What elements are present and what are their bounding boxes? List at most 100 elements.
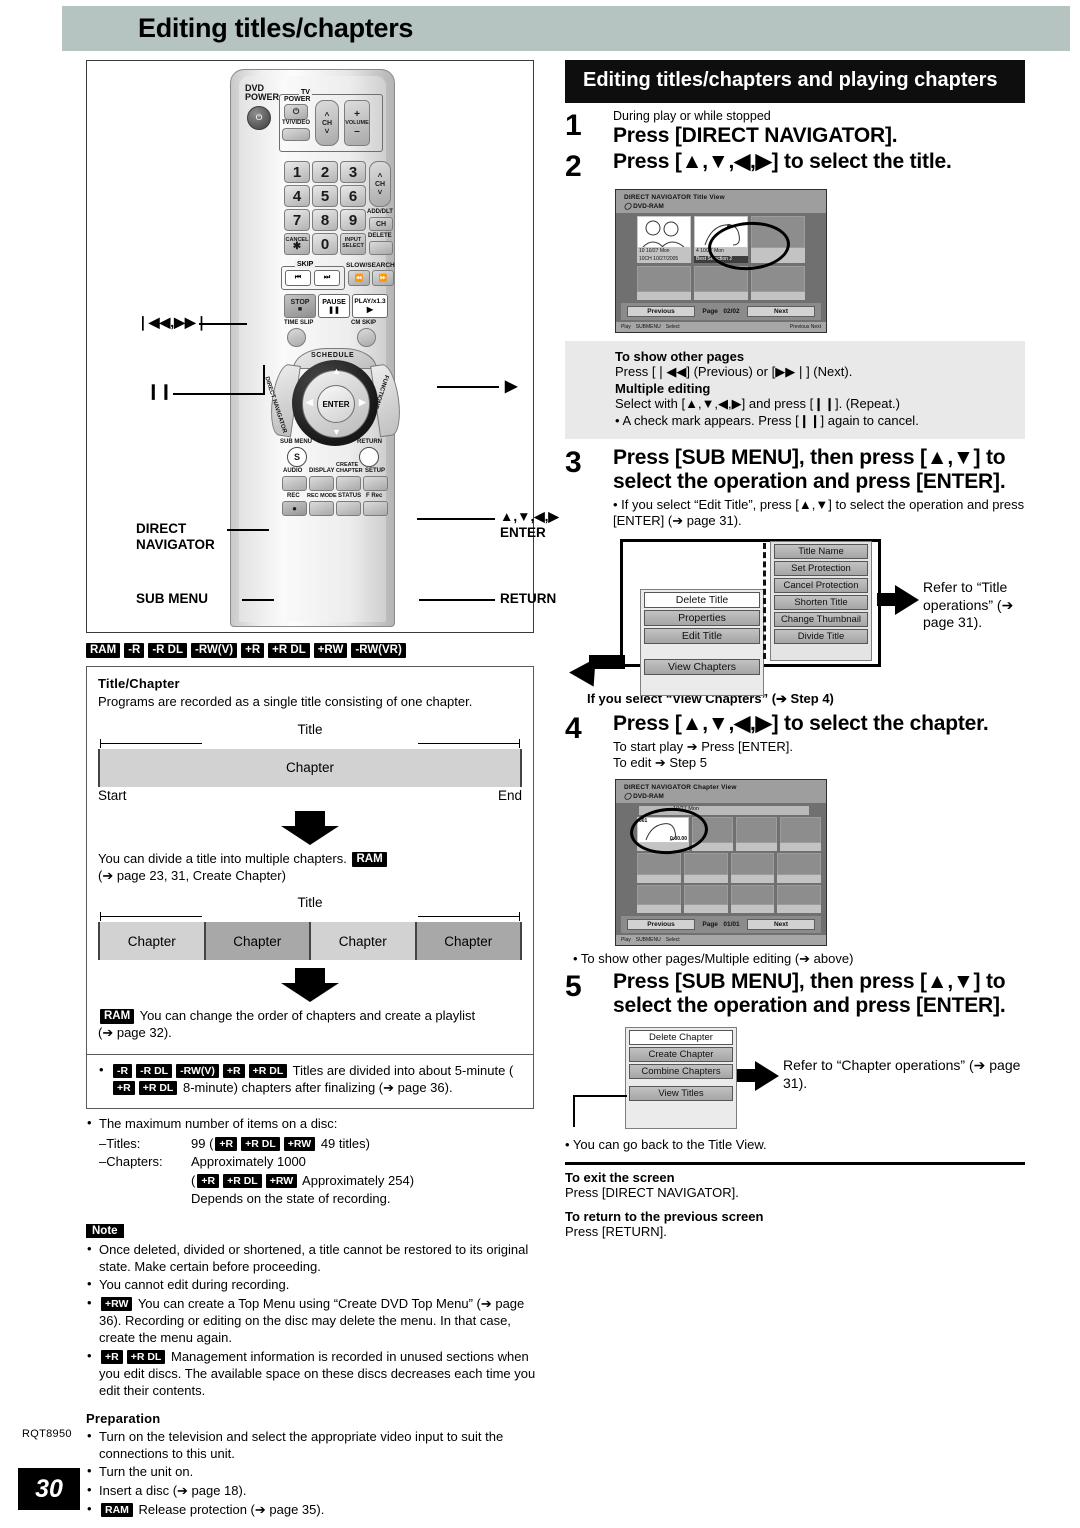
osd-title-line1: DIRECT NAVIGATOR Title View [624,194,725,202]
number-button-1[interactable]: 1 [284,161,310,183]
osd-thumbnail[interactable]: 10 10/27 Mon 10CH 10/27/2005 [637,216,691,264]
number-button-9[interactable]: 9 [340,209,366,231]
osd-nav-bar: Previous Page 02/02 Next [621,303,821,321]
osd-chapter-previous-button[interactable]: Previous [627,918,695,930]
cancel-button[interactable]: CANCEL ✱ [284,233,310,255]
osd-chapter-next-button[interactable]: Next [747,918,815,930]
skip-next-button[interactable]: ⏭ [314,270,340,286]
osd-chapter-thumb[interactable] [637,852,681,883]
f-rec-button[interactable] [363,501,388,516]
menu-item-delete-chapter[interactable]: Delete Chapter [629,1030,733,1046]
multi-chapter-diagram: Title Chapter Chapter Chapter Chapter [98,895,522,961]
remote-body: DVD POWER ⏻ TV POWER ⏻ TV/VIDEO ^ CH ˅ +… [230,69,404,627]
number-button-3[interactable]: 3 [340,161,366,183]
menu-item-create-chapter[interactable]: Create Chapter [629,1047,733,1063]
menu-item-delete-title[interactable]: Delete Title [644,592,760,609]
menu-item-title-name[interactable]: Title Name [774,544,868,560]
osd-chapter-thumb[interactable] [777,852,821,883]
osd-chapter-thumb[interactable] [683,852,728,883]
display-label: DISPLAY [309,468,335,474]
max-titles-row: –Titles: 99 (+R +R DL +RW 49 titles) [99,1135,536,1153]
number-button-6[interactable]: 6 [340,185,366,207]
diagram-start-end: Start End [98,788,522,803]
cursor-down-icon: ▼ [332,427,341,437]
divide-text-block: You can divide a title into multiple cha… [98,851,522,885]
create-chapter-button[interactable] [336,476,361,491]
osd-thumbnail-empty[interactable] [751,266,805,301]
menu-item-shorten-title[interactable]: Shorten Title [774,595,868,611]
cm-skip-button[interactable] [357,328,376,347]
rec-button[interactable]: ● [282,501,307,516]
enter-button[interactable]: ENTER [317,385,355,423]
osd-previous-button[interactable]: Previous [627,306,695,318]
number-button-8[interactable]: 8 [312,209,338,231]
osd-chapter-thumb[interactable] [683,884,728,913]
disc-badge: +R DL [248,1064,288,1079]
slow-search-rev-button[interactable]: ⏪ [348,270,370,286]
skip-previous-button[interactable]: ⏮ [285,270,311,286]
step-1-precondition: During play or while stopped [613,109,771,124]
step-4-extra-note: • To show other pages/Multiple editing (… [573,950,854,966]
time-slip-button[interactable] [287,328,306,347]
tv-video-button[interactable] [282,128,310,141]
callout-sub-menu: SUB MENU [136,591,209,606]
tv-ch-label: CH [321,119,333,127]
menu-item-divide-title[interactable]: Divide Title [774,629,868,645]
osd-chapter-thumb[interactable] [730,884,775,913]
number-button-0[interactable]: 0 [312,233,338,255]
section-divider [565,1162,1025,1166]
osd-chapter-thumb[interactable] [637,884,681,913]
menu-item-view-titles[interactable]: View Titles [629,1086,733,1102]
dvd-power-button[interactable]: ⏻ [247,106,271,130]
stop-label: STOP [290,299,310,306]
osd-next-button[interactable]: Next [747,306,815,318]
osd-page-value: 02/02 [723,308,740,316]
note-item: +R+R DL Management information is record… [86,1348,536,1400]
max-chapters-label: –Chapters: [99,1154,163,1170]
osd-chapter-thumb[interactable] [780,816,821,851]
menu-item-edit-title[interactable]: Edit Title [644,628,760,645]
osd-title-header: DIRECT NAVIGATOR Title View ◯ DVD-RAM [616,190,826,214]
osd-chapter-thumb[interactable] [730,852,775,883]
sub-menu-button[interactable]: S [287,447,307,467]
cursor-up-icon: ▲ [332,366,341,376]
audio-button[interactable] [282,476,307,491]
playlist-note-text: RAM You can change the order of chapters… [98,1008,522,1042]
menu-item-view-chapters[interactable]: View Chapters [644,659,760,676]
playlist-ref: (➔ page 32). [98,1025,172,1041]
osd-thumbnail-empty[interactable] [694,266,748,301]
osd-chapter-thumb[interactable] [736,816,777,851]
slow-search-fwd-button[interactable]: ⏩ [372,270,394,286]
menu-item-properties[interactable]: Properties [644,610,760,627]
tv-power-button[interactable]: ⏻ [284,104,308,120]
rec-mode-button[interactable] [309,501,334,516]
osd-chapter-thumb[interactable] [777,884,821,913]
input-select-button[interactable]: INPUT SELECT [340,233,366,255]
chapter-menu-arrow-icon [737,1061,779,1092]
menu-item-cancel-protection[interactable]: Cancel Protection [774,578,868,594]
menu-item-set-protection[interactable]: Set Protection [774,561,868,577]
number-button-2[interactable]: 2 [312,161,338,183]
number-button-5[interactable]: 5 [312,185,338,207]
tv-ch-rocker[interactable]: ^ CH ˅ [315,100,339,146]
osd-footer: Play SUBMENU Select Previous Next [616,322,826,333]
stop-button[interactable]: STOP ■ [284,294,316,318]
play-button[interactable]: PLAY/x1.3 ▶ [352,294,388,318]
setup-button[interactable] [363,476,388,491]
number-button-7[interactable]: 7 [284,209,310,231]
display-button[interactable] [309,476,334,491]
add-dlt-ch-button[interactable]: CH [369,217,393,231]
create-chapter-label: CREATE CHAPTER [336,462,363,474]
ch-rocker[interactable]: ^ CH ˅ [369,161,391,207]
pause-button[interactable]: PAUSE ❚❚ [318,294,350,318]
osd-thumb-row-2 [637,266,821,301]
delete-button[interactable] [369,241,393,255]
note-list: Once deleted, divided or shortened, a ti… [86,1241,536,1400]
step-3-number: 3 [565,445,582,479]
osd-thumbnail-empty[interactable] [637,266,691,301]
menu-item-change-thumbnail[interactable]: Change Thumbnail [774,612,868,628]
tv-volume-rocker[interactable]: + VOLUME – [344,100,370,146]
menu-item-combine-chapters[interactable]: Combine Chapters [629,1064,733,1080]
status-button[interactable] [336,501,361,516]
number-button-4[interactable]: 4 [284,185,310,207]
